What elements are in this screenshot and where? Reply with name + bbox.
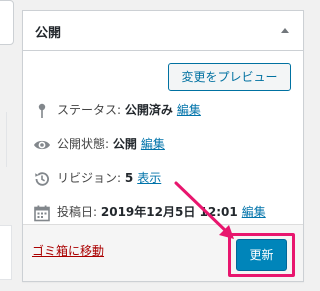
status-row: ステータス: 公開済み 編集 bbox=[33, 100, 201, 120]
status-label: ステータス: bbox=[57, 103, 122, 117]
move-to-trash-link[interactable]: ゴミ箱に移動 bbox=[32, 242, 104, 259]
publish-box-title: 公開 bbox=[35, 26, 62, 41]
pin-icon bbox=[33, 102, 51, 120]
visibility-row: 公開状態: 公開 編集 bbox=[33, 134, 165, 154]
toggle-up-icon[interactable] bbox=[281, 28, 289, 33]
revisions-label: リビジョン: bbox=[57, 171, 122, 185]
revisions-count: 5 bbox=[124, 171, 134, 185]
visibility-value: 公開 bbox=[112, 137, 137, 151]
view-revisions-link[interactable]: 表示 bbox=[137, 171, 161, 185]
edit-visibility-link[interactable]: 編集 bbox=[141, 137, 165, 151]
editor-sidebar: 公開 変更をプレビュー ステータス: 公開済み 編集 公開状態: 公開 編集 リ… bbox=[0, 0, 314, 291]
published-on-row: 投稿日: 2019年12月5日 12:01 編集 bbox=[33, 202, 266, 222]
revisions-row: リビジョン: 5 表示 bbox=[33, 168, 161, 188]
divider bbox=[6, 112, 7, 167]
published-on-label: 投稿日: bbox=[57, 205, 98, 219]
published-on-value: 2019年12月5日 12:01 bbox=[100, 205, 238, 219]
update-button[interactable]: 更新 bbox=[236, 239, 287, 271]
major-publishing-actions: ゴミ箱に移動 更新 bbox=[23, 224, 303, 281]
status-value: 公開済み bbox=[124, 103, 173, 117]
edit-status-link[interactable]: 編集 bbox=[177, 103, 201, 117]
eye-icon bbox=[33, 136, 51, 154]
adjacent-panel-edge bbox=[0, 0, 14, 45]
publish-box-header: 公開 bbox=[23, 11, 303, 51]
edit-date-link[interactable]: 編集 bbox=[242, 205, 266, 219]
preview-changes-button[interactable]: 変更をプレビュー bbox=[168, 63, 291, 91]
history-icon bbox=[33, 170, 51, 188]
calendar-icon bbox=[33, 204, 51, 222]
visibility-label: 公開状態: bbox=[57, 137, 110, 151]
adjacent-panel-edge bbox=[0, 225, 12, 280]
publish-box: 公開 変更をプレビュー ステータス: 公開済み 編集 公開状態: 公開 編集 リ… bbox=[22, 10, 304, 282]
